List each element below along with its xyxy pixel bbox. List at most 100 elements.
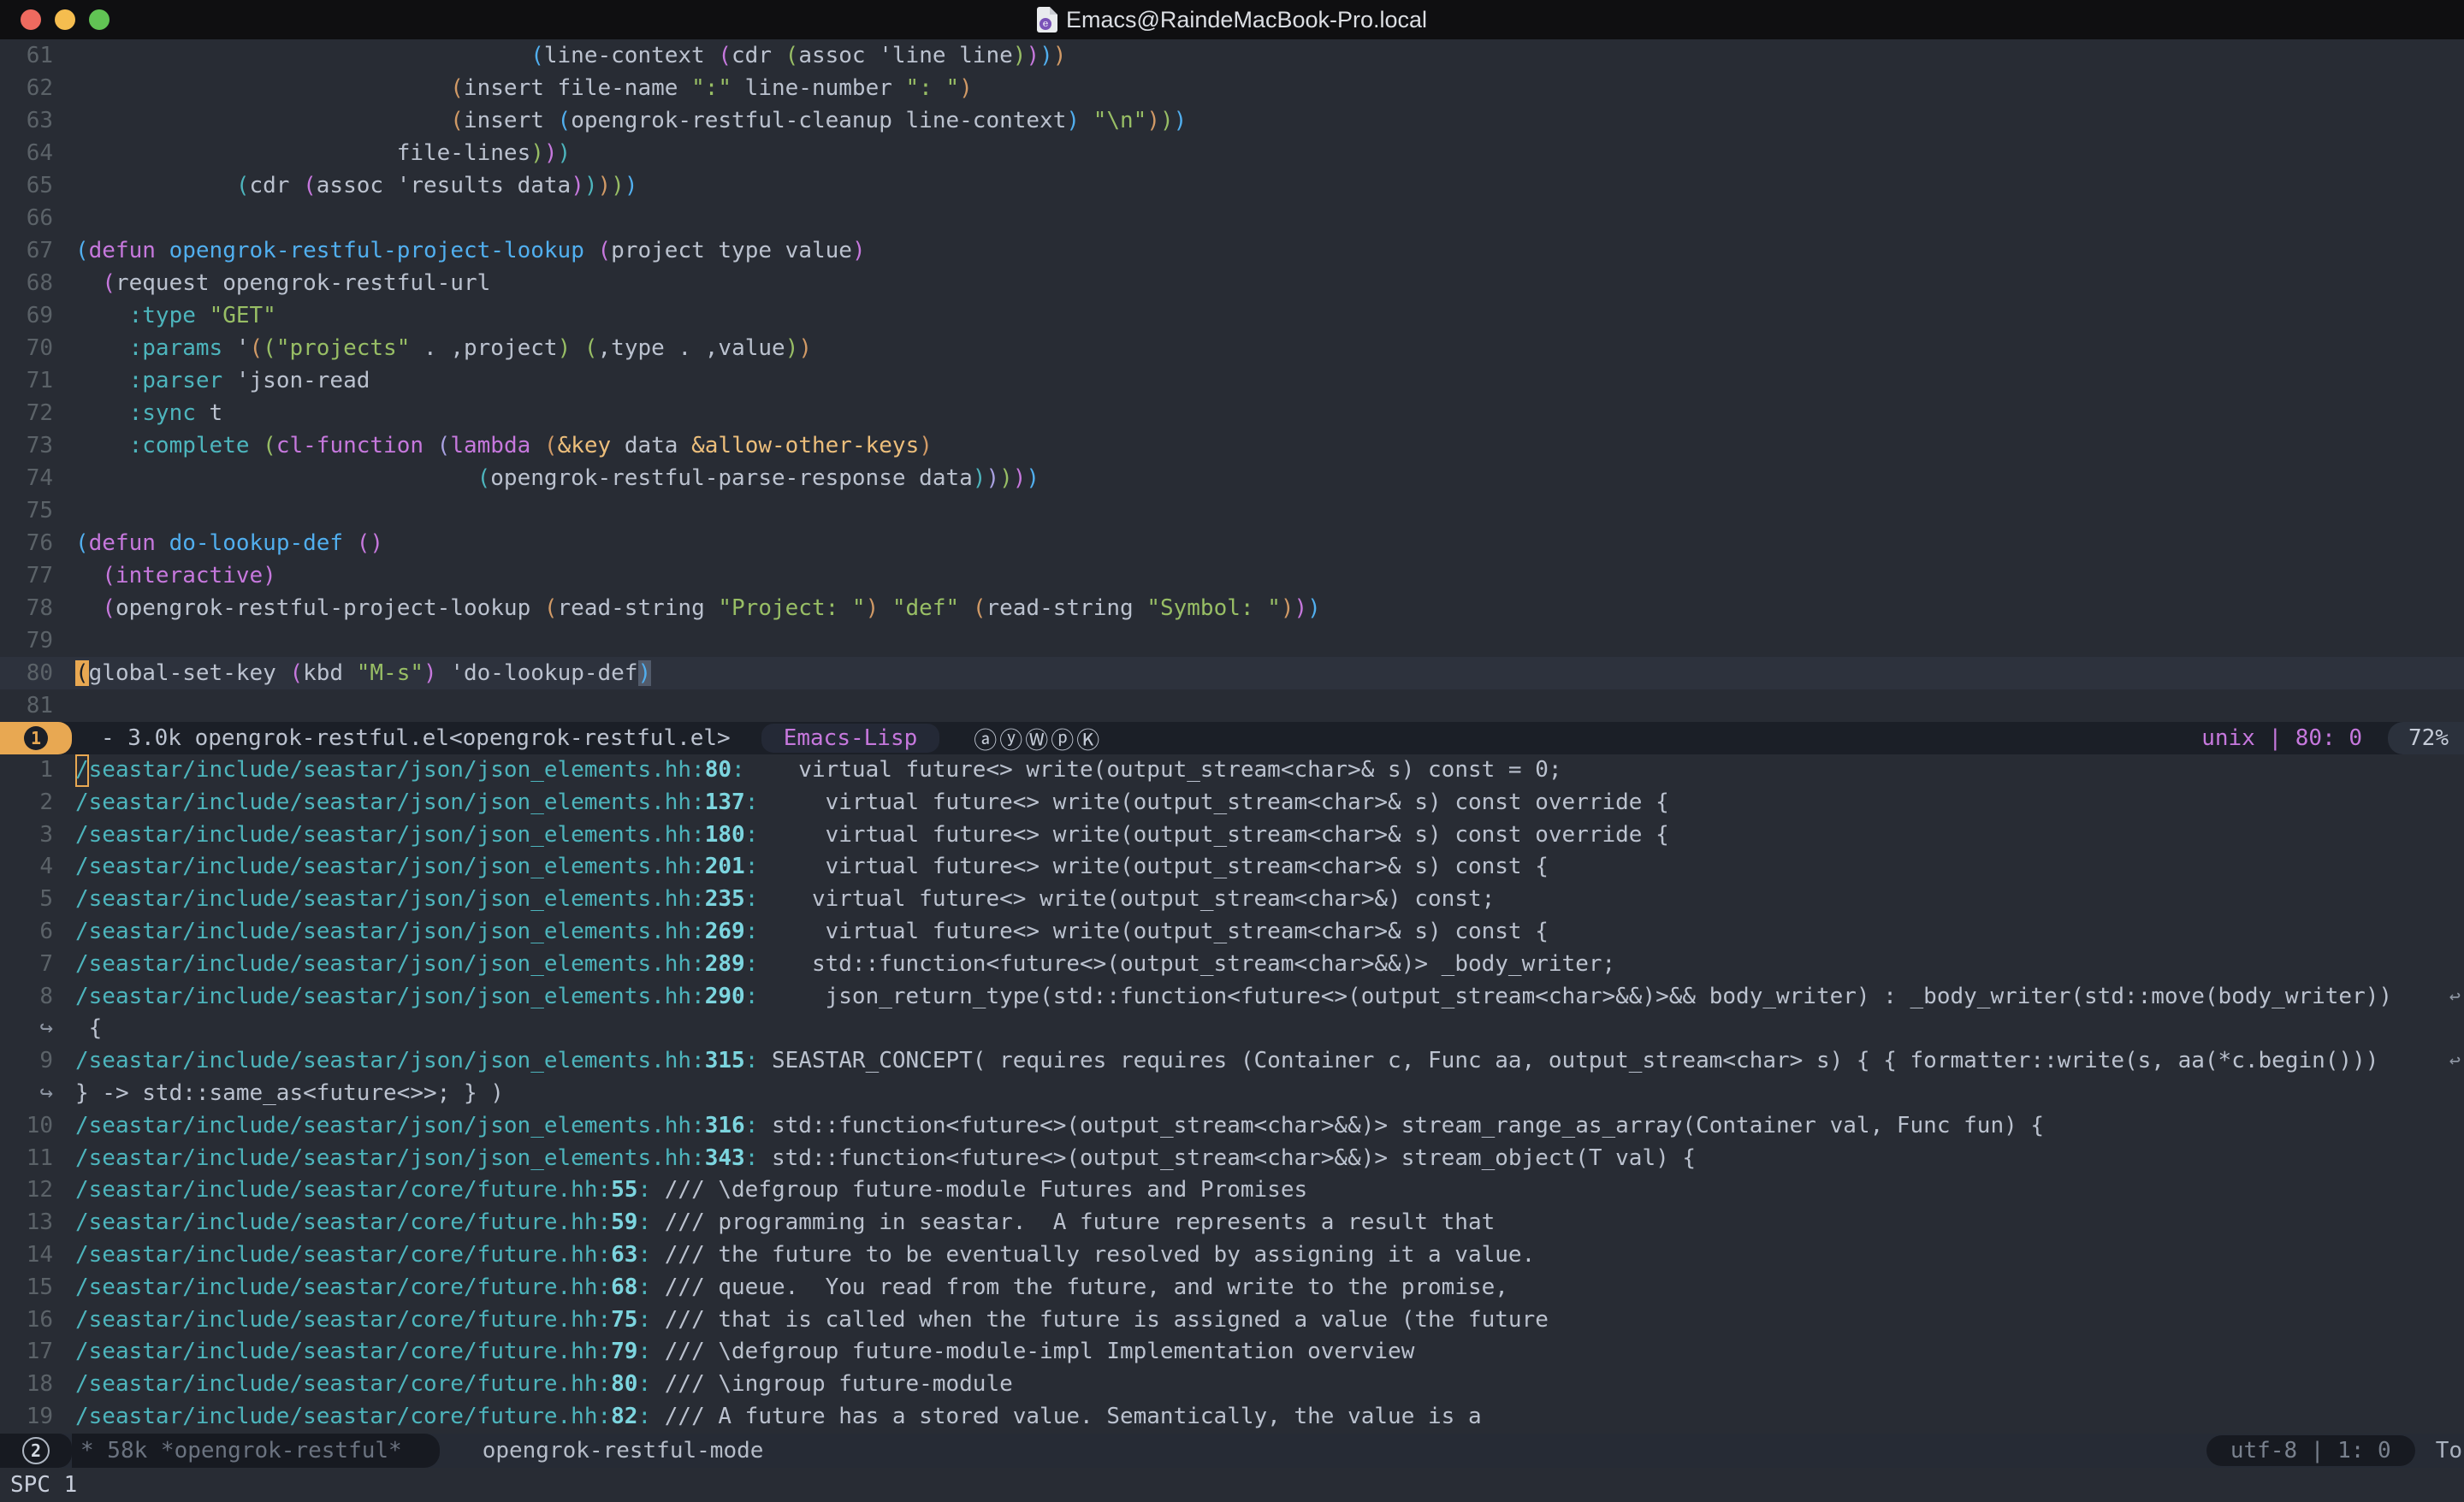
line-number: 1 <box>0 754 75 787</box>
line-number: 81 <box>0 689 75 722</box>
window-title: Emacs@RaindeMacBook-Pro.local <box>1066 7 1427 33</box>
result-line[interactable]: 4/seastar/include/seastar/json/json_elem… <box>0 851 2464 884</box>
result-line[interactable]: 19/seastar/include/seastar/core/future.h… <box>0 1401 2464 1434</box>
line-number: 72 <box>0 397 75 429</box>
line-number: 76 <box>0 527 75 559</box>
result-line[interactable]: 3/seastar/include/seastar/json/json_elem… <box>0 819 2464 852</box>
code-line[interactable]: 77 (interactive) <box>0 559 2464 592</box>
line-number: 8 <box>0 981 75 1014</box>
line-number: 16 <box>0 1304 75 1337</box>
code-line[interactable]: 72 :sync t <box>0 397 2464 429</box>
workspace-number-2: 2 <box>22 1437 50 1464</box>
result-line[interactable]: 15/seastar/include/seastar/core/future.h… <box>0 1272 2464 1304</box>
code-line[interactable]: 76(defun do-lookup-def () <box>0 527 2464 559</box>
echo-text: SPC 1 <box>10 1472 77 1498</box>
line-number: 61 <box>0 39 75 72</box>
result-line[interactable]: 13/seastar/include/seastar/core/future.h… <box>0 1207 2464 1239</box>
code-line[interactable]: 69 :type "GET" <box>0 299 2464 332</box>
wrap-indicator-icon: ↪ <box>0 1013 75 1045</box>
code-line[interactable]: 67(defun opengrok-restful-project-lookup… <box>0 234 2464 267</box>
modeline-top: 1 - 3.0k opengrok-restful.el<opengrok-re… <box>0 722 2464 754</box>
result-line[interactable]: 14/seastar/include/seastar/core/future.h… <box>0 1239 2464 1272</box>
code-line[interactable]: 65 (cdr (assoc 'results data))))) <box>0 169 2464 202</box>
line-number: 70 <box>0 332 75 364</box>
line-number: 75 <box>0 494 75 527</box>
result-line[interactable]: 8/seastar/include/seastar/json/json_elem… <box>0 981 2464 1014</box>
code-line[interactable]: 68 (request opengrok-restful-url <box>0 267 2464 299</box>
code-line[interactable]: 78 (opengrok-restful-project-lookup (rea… <box>0 592 2464 624</box>
line-number: 73 <box>0 429 75 462</box>
emacs-icon: e <box>1037 7 1057 33</box>
echo-area[interactable]: SPC 1 <box>0 1468 2464 1502</box>
zoom-button[interactable] <box>89 9 110 30</box>
result-wrap-line[interactable]: ↪} -> std::same_as<future<>>; } ) <box>0 1078 2464 1110</box>
major-mode-label[interactable]: Emacs-Lisp <box>761 724 940 753</box>
line-number: 10 <box>0 1110 75 1143</box>
code-line[interactable]: 63 (insert (opengrok-restful-cleanup lin… <box>0 104 2464 137</box>
line-number: 6 <box>0 916 75 949</box>
wrap-continues-icon: ↩ <box>2449 1045 2461 1078</box>
line-number: 7 <box>0 949 75 981</box>
code-line[interactable]: 61 (line-context (cdr (assoc 'line line)… <box>0 39 2464 72</box>
workspace-badge: 1 <box>0 722 72 754</box>
code-line[interactable]: 71 :parser 'json-read <box>0 364 2464 397</box>
code-line[interactable]: 62 (insert file-name ":" line-number ": … <box>0 72 2464 104</box>
traffic-lights <box>21 0 110 39</box>
result-line[interactable]: 7/seastar/include/seastar/json/json_elem… <box>0 949 2464 981</box>
close-button[interactable] <box>21 9 41 30</box>
encoding-and-position: utf-8 | 1: 0 <box>2206 1435 2415 1466</box>
line-number: 14 <box>0 1239 75 1272</box>
line-number: 9 <box>0 1045 75 1078</box>
line-number: 11 <box>0 1143 75 1175</box>
line-number: 3 <box>0 819 75 852</box>
buffer-info[interactable]: - 3.0k opengrok-restful.el<opengrok-rest… <box>101 725 731 751</box>
code-line[interactable]: 70 :params '(("projects" . ,project) (,t… <box>0 332 2464 364</box>
minor-mode-icons: ⓐⓨⓌⓟⓀ <box>974 722 1102 755</box>
line-number: 15 <box>0 1272 75 1304</box>
result-wrap-line[interactable]: ↪ { <box>0 1013 2464 1045</box>
line-number: 13 <box>0 1207 75 1239</box>
result-line[interactable]: 16/seastar/include/seastar/core/future.h… <box>0 1304 2464 1337</box>
wrap-continues-icon: ↩ <box>2449 981 2461 1014</box>
buffer-info-2[interactable]: * 58k *opengrok-restful* <box>72 1434 440 1468</box>
line-number: 66 <box>0 202 75 234</box>
result-line[interactable]: 12/seastar/include/seastar/core/future.h… <box>0 1174 2464 1207</box>
result-line[interactable]: 11/seastar/include/seastar/json/json_ele… <box>0 1143 2464 1175</box>
code-line[interactable]: 75 <box>0 494 2464 527</box>
code-line[interactable]: 66 <box>0 202 2464 234</box>
result-line[interactable]: 1/seastar/include/seastar/json/json_elem… <box>0 754 2464 787</box>
code-line[interactable]: 64 file-lines))) <box>0 137 2464 169</box>
code-line[interactable]: 80(global-set-key (kbd "M-s") 'do-lookup… <box>0 657 2464 689</box>
line-number: 78 <box>0 592 75 624</box>
line-number: 65 <box>0 169 75 202</box>
modeline-bottom: 2 * 58k *opengrok-restful* opengrok-rest… <box>0 1434 2464 1468</box>
result-line[interactable]: 18/seastar/include/seastar/core/future.h… <box>0 1369 2464 1401</box>
line-number: 80 <box>0 657 75 689</box>
code-line[interactable]: 79 <box>0 624 2464 657</box>
result-line[interactable]: 9/seastar/include/seastar/json/json_elem… <box>0 1045 2464 1078</box>
line-number: 69 <box>0 299 75 332</box>
line-number: 12 <box>0 1174 75 1207</box>
result-line[interactable]: 6/seastar/include/seastar/json/json_elem… <box>0 916 2464 949</box>
result-line[interactable]: 5/seastar/include/seastar/json/json_elem… <box>0 884 2464 916</box>
line-number: 64 <box>0 137 75 169</box>
titlebar: e Emacs@RaindeMacBook-Pro.local <box>0 0 2464 39</box>
results-window[interactable]: 1/seastar/include/seastar/json/json_elem… <box>0 754 2464 1434</box>
line-number: 18 <box>0 1369 75 1401</box>
code-line[interactable]: 73 :complete (cl-function (lambda (&key … <box>0 429 2464 462</box>
result-line[interactable]: 2/seastar/include/seastar/json/json_elem… <box>0 787 2464 819</box>
code-line[interactable]: 74 (opengrok-restful-parse-response data… <box>0 462 2464 494</box>
result-line[interactable]: 10/seastar/include/seastar/json/json_ele… <box>0 1110 2464 1143</box>
workspace-badge-2: 2 <box>0 1434 72 1468</box>
wrap-indicator-icon: ↪ <box>0 1078 75 1110</box>
major-mode-label-2[interactable]: opengrok-restful-mode <box>483 1438 764 1464</box>
scroll-percent: 72% <box>2388 722 2464 754</box>
code-window[interactable]: 61 (line-context (cdr (assoc 'line line)… <box>0 39 2464 722</box>
minimize-button[interactable] <box>55 9 75 30</box>
line-number: 4 <box>0 851 75 884</box>
line-number: 63 <box>0 104 75 137</box>
line-number: 19 <box>0 1401 75 1434</box>
code-line[interactable]: 81 <box>0 689 2464 722</box>
line-number: 79 <box>0 624 75 657</box>
result-line[interactable]: 17/seastar/include/seastar/core/future.h… <box>0 1336 2464 1369</box>
